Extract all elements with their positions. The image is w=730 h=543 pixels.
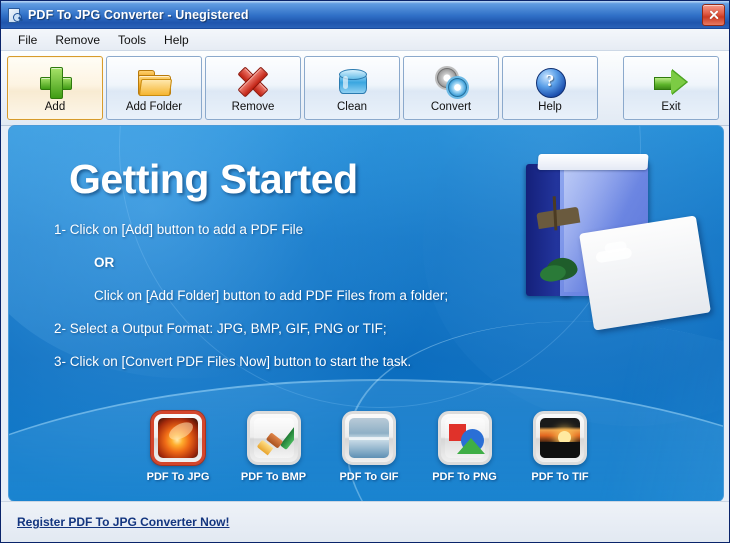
register-link[interactable]: Register PDF To JPG Converter Now! — [17, 515, 229, 529]
format-option-bmp[interactable]: PDF To BMP — [235, 411, 313, 483]
window-title: PDF To JPG Converter - Unegistered — [28, 8, 249, 22]
toolbar-button-clean[interactable]: Clean — [304, 56, 400, 120]
menu-item-file[interactable]: File — [9, 31, 46, 49]
format-option-jpg-label: PDF To JPG — [147, 471, 210, 483]
red-x-icon — [237, 64, 269, 100]
title-bar: PDF To JPG Converter - Unegistered — [1, 1, 729, 29]
toolbar-button-remove-label: Remove — [232, 101, 275, 113]
toolbar: Add Add Folder Remove Clean Convert — [1, 51, 729, 126]
instruction-step-3: 3- Click on [Convert PDF Files Now] butt… — [54, 354, 524, 369]
format-option-png-label: PDF To PNG — [432, 471, 497, 483]
green-plus-icon — [39, 64, 71, 100]
toolbar-button-remove[interactable]: Remove — [205, 56, 301, 120]
format-option-tif-label: PDF To TIF — [531, 471, 588, 483]
toolbar-button-add[interactable]: Add — [7, 56, 103, 120]
footer-bar: Register PDF To JPG Converter Now! — [1, 501, 729, 542]
format-option-bmp-label: PDF To BMP — [241, 471, 306, 483]
menu-item-tools[interactable]: Tools — [109, 31, 155, 49]
page-title: Getting Started — [69, 156, 358, 203]
folder-icon — [137, 64, 171, 100]
instruction-step-1b: Click on [Add Folder] button to add PDF … — [94, 288, 524, 303]
book-pages — [537, 154, 648, 170]
menu-item-help[interactable]: Help — [155, 31, 198, 49]
format-option-gif[interactable]: PDF To GIF — [330, 411, 408, 483]
instruction-or: OR — [94, 255, 524, 270]
toolbar-button-help[interactable]: ? Help — [502, 56, 598, 120]
blue-cylinder-icon — [337, 64, 367, 100]
application-window: PDF To JPG Converter - Unegistered File … — [0, 0, 730, 543]
format-option-gif-label: PDF To GIF — [339, 471, 398, 483]
menu-item-remove[interactable]: Remove — [46, 31, 109, 49]
format-option-png[interactable]: PDF To PNG — [426, 411, 504, 483]
toolbar-button-exit-label: Exit — [661, 101, 680, 113]
jpg-format-icon — [151, 411, 205, 465]
gif-format-icon — [342, 411, 396, 465]
close-button[interactable] — [702, 4, 725, 26]
toolbar-button-convert-label: Convert — [431, 101, 471, 113]
toolbar-button-add-label: Add — [45, 101, 65, 113]
instruction-step-1: 1- Click on [Add] button to add a PDF Fi… — [54, 222, 524, 237]
green-arrow-right-icon — [653, 64, 689, 100]
output-format-list: PDF To JPG PDF To BMP PDF To GIF PDF To … — [139, 411, 599, 483]
toolbar-button-add-folder-label: Add Folder — [126, 101, 182, 113]
format-option-jpg[interactable]: PDF To JPG — [139, 411, 217, 483]
pdf-document-icon — [7, 7, 23, 23]
instruction-step-2: 2- Select a Output Format: JPG, BMP, GIF… — [54, 321, 524, 336]
toolbar-button-convert[interactable]: Convert — [403, 56, 499, 120]
toolbar-button-help-label: Help — [538, 101, 562, 113]
bmp-format-icon — [247, 411, 301, 465]
photo-frame — [579, 215, 711, 330]
toolbar-button-exit[interactable]: Exit — [623, 56, 719, 120]
toolbar-button-clean-label: Clean — [337, 101, 367, 113]
instruction-list: 1- Click on [Add] button to add a PDF Fi… — [54, 222, 524, 387]
tif-format-icon — [533, 411, 587, 465]
book-and-photo-icon — [514, 146, 709, 331]
question-mark-icon: ? — [535, 64, 565, 100]
getting-started-panel: Getting Started 1- Click on [Add] button… — [8, 125, 724, 502]
gears-icon — [435, 64, 467, 100]
toolbar-button-add-folder[interactable]: Add Folder — [106, 56, 202, 120]
format-option-tif[interactable]: PDF To TIF — [521, 411, 599, 483]
png-format-icon — [438, 411, 492, 465]
menu-bar: File Remove Tools Help — [1, 29, 729, 51]
